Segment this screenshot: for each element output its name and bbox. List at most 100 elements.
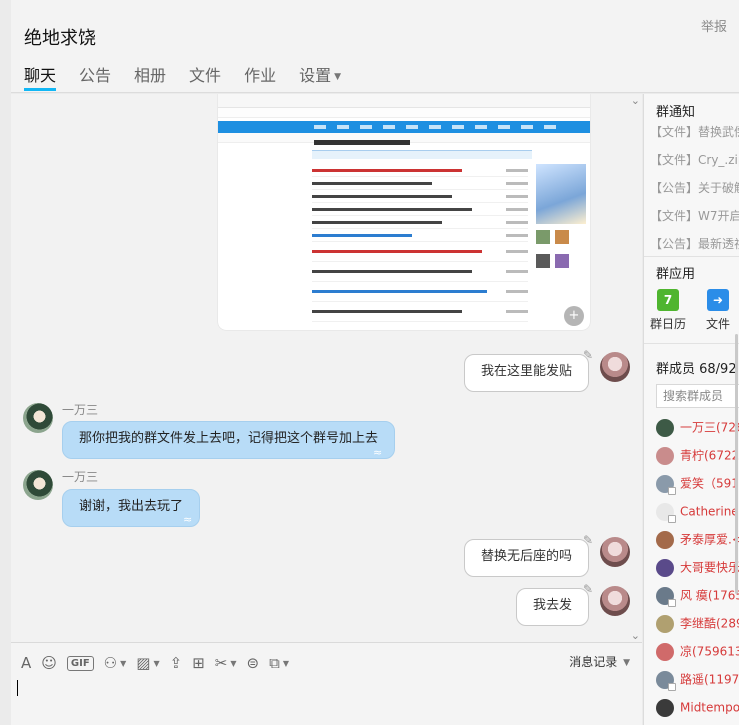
member-list-scrollbar[interactable] <box>735 334 738 594</box>
gif-icon[interactable]: GIF <box>66 655 94 671</box>
gift-icon[interactable]: ⊞ <box>192 653 205 673</box>
group-header: 绝地求饶 举报 聊天 公告 相册 文件 作业 设置 ▼ <box>11 0 739 93</box>
member-name: 青柠(67222 <box>680 448 739 463</box>
browser-bar <box>218 94 590 108</box>
tab-files[interactable]: 文件 <box>189 62 221 91</box>
message-composer[interactable]: A ☺ GIF ⚇ ▼ ▨ ▼ ⇪ ⊞ ✂ ▼ ⊜ ⧉ ▼ 消息记录 ▼ <box>11 642 642 725</box>
chevron-down-icon: ▼ <box>282 658 289 668</box>
wave-icon: ≈ <box>373 446 383 459</box>
app-file[interactable]: ➜ 文件 <box>698 289 738 332</box>
tab-settings-label: 设置 <box>299 66 332 85</box>
avatar[interactable] <box>23 403 53 433</box>
file-icon: ➜ <box>707 289 729 311</box>
member-name: 大哥要快乐 <box>680 560 739 575</box>
message-bubble-incoming[interactable]: 那你把我的群文件发上去吧，记得把这个群号加上去 <box>62 421 396 459</box>
screenshot-icon[interactable]: ✂ ▼ <box>215 653 237 673</box>
avatar <box>656 670 676 691</box>
avatar <box>656 698 674 717</box>
notice-item[interactable]: 【文件】替换武偿 <box>650 123 739 140</box>
member-item[interactable]: 风 瘼(1765 <box>656 585 739 607</box>
chevron-down-icon: ▼ <box>230 658 237 668</box>
member-item[interactable]: 青柠(67222 <box>656 445 739 465</box>
app-calendar[interactable]: 7 群日历 <box>648 289 688 332</box>
zoom-icon[interactable]: + <box>564 306 584 326</box>
avatar <box>656 418 674 437</box>
avatar[interactable] <box>23 470 53 500</box>
message-text: 我去发 <box>532 598 572 613</box>
member-item[interactable]: 矛泰厚爱.< <box>656 529 739 549</box>
collapse-icon[interactable]: ⌄ <box>631 94 640 107</box>
member-name: 凉(7596132 <box>680 644 739 659</box>
message-bubble-incoming[interactable]: 谢谢，我出去玩了 <box>62 489 201 527</box>
avatar[interactable] <box>600 352 630 382</box>
message-bubble-outgoing[interactable]: 替换无后座的吗 <box>463 539 589 577</box>
tab-album[interactable]: 相册 <box>134 62 166 91</box>
report-link[interactable]: 举报 <box>701 16 727 35</box>
avatar <box>656 474 676 495</box>
member-item[interactable]: 李继酷(289 <box>656 613 739 633</box>
wave-icon: ≈ <box>183 513 193 526</box>
font-icon[interactable]: A <box>21 653 31 673</box>
tab-settings[interactable]: 设置 ▼ <box>299 62 341 91</box>
expand-icon[interactable]: ⌄ <box>631 629 640 642</box>
group-title: 绝地求饶 <box>24 28 96 49</box>
magic-emoji-icon[interactable]: ⚇ ▼ <box>104 653 127 673</box>
image-icon[interactable]: ▨ ▼ <box>136 653 159 673</box>
chevron-down-icon: ▼ <box>620 657 630 668</box>
avatar <box>656 530 674 549</box>
member-search-input[interactable]: 搜索群成员 <box>656 384 739 408</box>
member-item[interactable]: Catherine<7 <box>656 501 739 523</box>
upload-icon[interactable]: ⇪ <box>170 653 183 673</box>
chevron-down-icon: ▼ <box>334 71 342 82</box>
member-item[interactable]: 路遥(11974 <box>656 669 739 691</box>
avatar[interactable] <box>600 537 630 567</box>
divider <box>644 343 739 344</box>
group-side-panel: 群通知 【文件】替换武偿 【文件】Cry_.zip 【公告】关于破解 【文件】W… <box>643 94 739 725</box>
member-name: 风 瘼(1765 <box>680 588 739 603</box>
chat-area[interactable]: ⌄ + 我在这里能发贴 ✎ 一万三 那你把我的群文件发上去吧，记得把这个群号加上… <box>11 94 642 642</box>
shared-screenshot-image[interactable]: + <box>218 94 590 330</box>
member-item[interactable]: 大哥要快乐 <box>656 557 739 577</box>
member-item[interactable]: 一万三(726 <box>656 417 739 437</box>
app-file-label: 文件 <box>705 317 730 331</box>
chevron-down-icon: ▼ <box>153 658 160 668</box>
member-item[interactable]: 凉(7596132 <box>656 641 739 661</box>
message-history-button[interactable]: 消息记录 ▼ <box>569 653 630 670</box>
forum-title-block <box>314 140 410 145</box>
tab-notice[interactable]: 公告 <box>79 62 111 91</box>
avatar[interactable] <box>600 586 630 616</box>
group-members-title: 群成员 68/92 <box>656 362 737 377</box>
message-text: 那你把我的群文件发上去吧，记得把这个群号加上去 <box>79 431 379 446</box>
notice-item[interactable]: 【文件】Cry_.zip <box>650 151 739 168</box>
member-name: Catherine<7 <box>680 504 739 519</box>
tab-chat[interactable]: 聊天 <box>24 62 57 91</box>
member-name: 一万三(726 <box>680 420 739 435</box>
member-item[interactable]: Midtempoer( <box>656 697 739 717</box>
pin-icon: ✎ <box>583 582 594 596</box>
composer-toolbar: A ☺ GIF ⚇ ▼ ▨ ▼ ⇪ ⊞ ✂ ▼ ⊜ ⧉ ▼ <box>21 653 289 673</box>
avatar <box>656 502 676 523</box>
message-history-label: 消息记录 <box>569 655 618 669</box>
avatar <box>656 446 674 465</box>
text-cursor <box>17 680 18 696</box>
pin-icon: ✎ <box>583 348 594 362</box>
notice-item[interactable]: 【公告】最新透视 <box>650 235 739 252</box>
emoji-icon[interactable]: ☺ <box>41 653 57 673</box>
message-bubble-outgoing[interactable]: 我去发 <box>515 588 589 626</box>
shake-icon[interactable]: ⊜ <box>247 653 260 673</box>
avatar <box>656 614 674 633</box>
notice-item[interactable]: 【公告】关于破解 <box>650 179 739 196</box>
chevron-down-icon: ▼ <box>120 658 127 668</box>
app-calendar-label: 群日历 <box>649 317 686 331</box>
notice-item[interactable]: 【文件】W7开启A <box>650 207 739 224</box>
member-name: 爱笑（5912 <box>680 476 739 491</box>
remote-icon[interactable]: ⧉ ▼ <box>269 653 289 673</box>
member-item[interactable]: 爱笑（5912 <box>656 473 739 495</box>
group-apps-title: 群应用 <box>656 267 696 282</box>
member-name: 李继酷(289 <box>680 616 739 631</box>
tab-homework[interactable]: 作业 <box>244 62 276 91</box>
forum-tabs-block <box>312 150 532 159</box>
message-bubble-outgoing[interactable]: 我在这里能发贴 <box>463 354 589 392</box>
pin-icon: ✎ <box>583 533 594 547</box>
group-notice-title: 群通知 <box>656 105 696 120</box>
